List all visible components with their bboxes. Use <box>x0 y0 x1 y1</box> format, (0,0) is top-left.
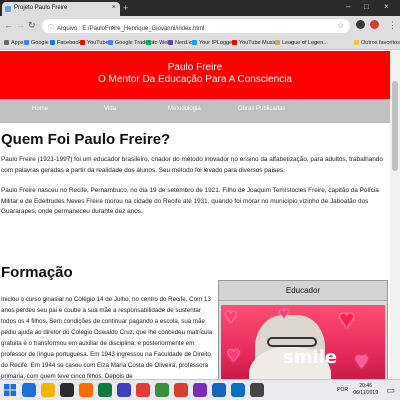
taskbar-app-icon[interactable] <box>174 383 188 397</box>
card-title: Educador <box>219 281 387 301</box>
taskbar-app-icon[interactable] <box>136 383 150 397</box>
bookmark-outros[interactable]: Outros favoritos <box>354 40 400 46</box>
menu-icon[interactable]: ⋮ <box>388 20 397 30</box>
page-scrollbar[interactable] <box>390 51 400 379</box>
heart-icon: ♥ <box>339 305 355 334</box>
nav-link-home[interactable]: Home <box>32 106 48 112</box>
bookmark-league[interactable]: League of Legen... <box>275 40 328 46</box>
facebook-icon <box>50 40 55 45</box>
site-nav: Home Vida Metodologia Obras Publicadas <box>0 99 390 123</box>
taskbar-app-icon[interactable] <box>60 383 74 397</box>
scrollbar-thumb[interactable] <box>392 81 398 171</box>
paragraph-intro: Paulo Freire (1921-1997) foi um educador… <box>1 156 383 174</box>
bookmark-star-icon[interactable]: ☆ <box>337 21 344 30</box>
page-favicon-icon <box>5 6 11 12</box>
web-page: Paulo Freire O Mentor Da Educação Para A… <box>0 51 400 379</box>
taskbar-app-icon[interactable] <box>98 383 112 397</box>
profile-avatar[interactable] <box>370 20 379 29</box>
language-indicator[interactable]: POR <box>337 387 348 393</box>
league-icon <box>275 40 280 45</box>
info-icon[interactable]: ⓘ <box>48 26 54 32</box>
site-header: Paulo Freire O Mentor Da Educação Para A… <box>0 51 390 99</box>
taskbar-app-icon[interactable] <box>79 383 93 397</box>
notifications-icon[interactable]: ▭ <box>386 385 395 396</box>
smile-overlay-text: smile <box>283 347 338 368</box>
taskbar-app-icon[interactable] <box>155 383 169 397</box>
taskbar-app-icon[interactable] <box>41 383 55 397</box>
youtube-icon <box>80 40 85 45</box>
apps-icon <box>4 40 9 45</box>
educator-card: Educador ♥ ♥ ♥ ♥ ♥ smile <box>218 280 388 379</box>
heart-icon: ♥ <box>225 306 237 328</box>
browser-titlebar: Projeto Paulo Freire × + – □ × <box>0 0 400 16</box>
heart-icon: ♥ <box>227 342 241 367</box>
browser-tab[interactable]: Projeto Paulo Freire × <box>2 2 120 16</box>
iplogger-icon <box>192 40 197 45</box>
taskbar-app-icon[interactable] <box>231 383 245 397</box>
heart-icon: ♥ <box>279 306 289 323</box>
taskbar: 20:46 06/11/2019 POR ▭ <box>0 379 400 400</box>
bookmark-google[interactable]: Google <box>24 40 49 46</box>
bookmark-youtube[interactable]: YouTube <box>80 40 109 46</box>
section-title-formacao: Formação <box>1 264 73 281</box>
close-window-icon[interactable]: × <box>384 2 389 12</box>
windows-start-icon[interactable] <box>4 384 16 396</box>
taskbar-app-icon[interactable] <box>22 383 36 397</box>
header-name: Paulo Freire <box>167 62 223 73</box>
bookmark-apps[interactable]: Apps <box>4 40 24 46</box>
youtube-music-icon <box>232 40 237 45</box>
paragraph-birth: Paulo Freire nasceu no Recife, Pernambuc… <box>1 187 379 215</box>
clock-date: 06/11/2019 <box>353 390 378 396</box>
url-text: E:/PauloFreire_Henrique_Giovanni/index.h… <box>82 26 205 32</box>
nav-link-metodologia[interactable]: Metodologia <box>168 106 201 112</box>
taskbar-app-icon[interactable] <box>250 383 264 397</box>
reload-icon[interactable]: ↻ <box>28 20 36 30</box>
bookmark-youtube-music[interactable]: YouTube Music <box>232 40 277 46</box>
taskbar-app-icon[interactable] <box>117 383 131 397</box>
translate-icon <box>108 40 113 45</box>
maximize-icon[interactable]: □ <box>364 2 369 12</box>
header-subtitle: O Mentor Da Educação Para A Consciencia <box>98 74 292 85</box>
glasses-shape <box>267 337 317 347</box>
address-bar[interactable]: ⓘ Arquivo | E:/PauloFreire_Henrique_Giova… <box>42 19 350 33</box>
minimize-icon[interactable]: – <box>346 2 350 12</box>
taskbar-app-icon[interactable] <box>193 383 207 397</box>
educator-photo: ♥ ♥ ♥ ♥ ♥ smile <box>221 305 385 379</box>
bookmark-facebook[interactable]: Facebook <box>50 40 81 46</box>
clock-time: 20:46 <box>359 383 372 389</box>
taskbar-app-icon[interactable] <box>212 383 226 397</box>
system-clock[interactable]: 20:46 06/11/2019 <box>353 383 378 397</box>
nav-link-vida[interactable]: Vida <box>104 106 116 112</box>
bookmarks-bar: Apps Google Facebook YouTube Google Trad… <box>0 36 400 50</box>
back-icon[interactable]: ← <box>4 20 13 30</box>
url-prefix: Arquivo <box>57 26 78 32</box>
bookmark-iplogger[interactable]: Your IPLogger <box>192 40 234 46</box>
folder-icon <box>354 40 359 45</box>
bookmark-io-web[interactable]: Io Web <box>146 40 170 46</box>
tab-title: Projeto Paulo Freire <box>14 5 68 11</box>
nav-link-obras[interactable]: Obras Publicadas <box>238 106 285 112</box>
close-tab-icon[interactable]: × <box>112 4 116 11</box>
bookmark-nerd[interactable]: Nerd.io <box>168 40 193 46</box>
section-title-quem: Quem Foi Paulo Freire? <box>1 131 171 148</box>
browser-toolbar: ← → ↻ ⓘ Arquivo | E:/PauloFreire_Henrique… <box>0 16 400 36</box>
extension-icon[interactable] <box>356 20 365 29</box>
paragraph-formacao: Iniciou o curso ginasial no Colégio 14 d… <box>1 296 213 379</box>
google-icon <box>24 40 29 45</box>
new-tab-button[interactable]: + <box>123 3 128 13</box>
heart-icon: ♥ <box>355 348 369 373</box>
nerd-icon <box>168 40 173 45</box>
io-web-icon <box>146 40 151 45</box>
forward-icon[interactable]: → <box>16 20 25 30</box>
